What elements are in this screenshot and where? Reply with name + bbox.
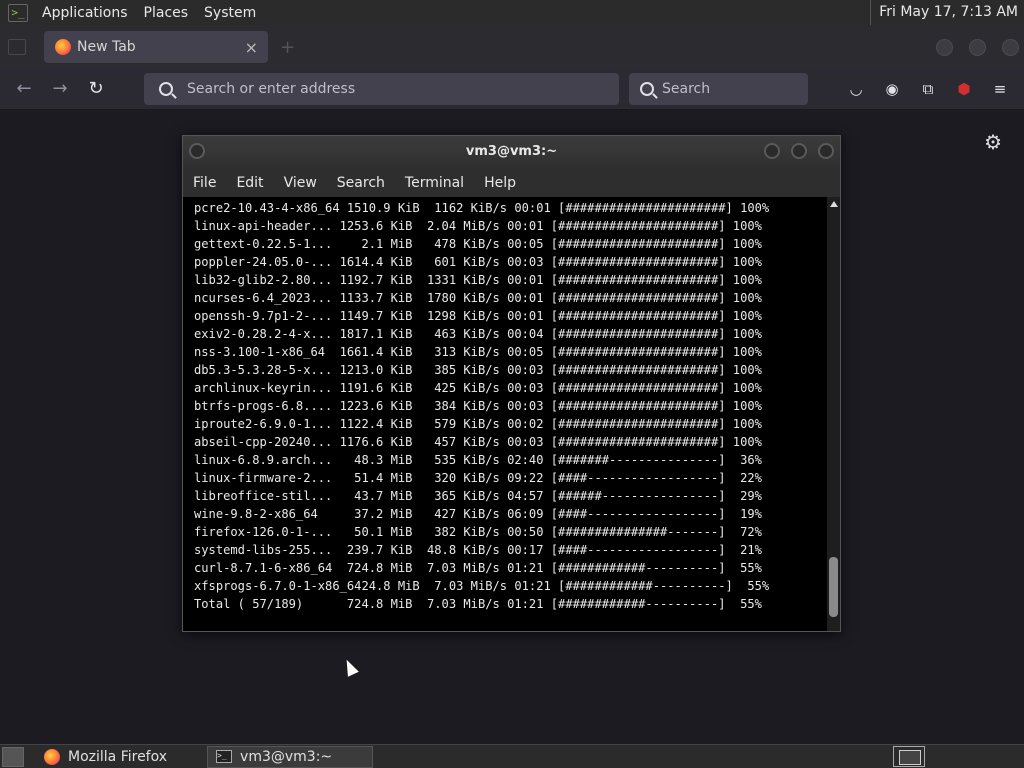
terminal-line: Total ( 57/189) 724.8 MiB 7.03 MiB/s 01:… [194, 597, 762, 611]
terminal-line: archlinux-keyrin... 1191.6 KiB 425 KiB/s… [194, 381, 762, 395]
menu-help[interactable]: Help [484, 175, 516, 191]
terminal-line: wine-9.8-2-x86_64 37.2 MiB 427 KiB/s 06:… [194, 507, 762, 521]
terminal-line: lib32-glib2-2.80... 1192.7 KiB 1331 KiB/… [194, 273, 762, 287]
maximize-window-button[interactable] [969, 39, 986, 56]
browser-tab-bar: New Tab × + [0, 25, 1024, 68]
terminal-menubar: File Edit View Search Terminal Help [183, 169, 840, 197]
terminal-window[interactable]: vm3@vm3:~ File Edit View Search Terminal… [182, 135, 841, 632]
terminal-line: btrfs-progs-6.8.... 1223.6 KiB 384 KiB/s… [194, 399, 762, 413]
taskbar: Mozilla Firefox >_ vm3@vm3:~ [0, 744, 1024, 768]
top-panel: >_ Applications Places System Fri May 17… [0, 0, 1024, 25]
browser-nav-bar: ← → ↻ Search or enter address Search ◡ ◉… [0, 68, 1024, 110]
address-bar[interactable]: Search or enter address [144, 73, 619, 105]
search-bar[interactable]: Search [629, 73, 808, 105]
menu-view[interactable]: View [284, 175, 317, 191]
scroll-up-arrow-icon[interactable] [830, 201, 838, 207]
terminal-title: vm3@vm3:~ [465, 144, 558, 159]
terminal-line: gettext-0.22.5-1... 2.1 MiB 478 KiB/s 00… [194, 237, 762, 251]
terminal-line: curl-8.7.1-6-x86_64 724.8 MiB 7.03 MiB/s… [194, 561, 762, 575]
menu-terminal[interactable]: Terminal [405, 175, 464, 191]
system-menu[interactable]: System [196, 5, 264, 21]
taskbar-firefox-label: Mozilla Firefox [68, 748, 168, 765]
firefox-icon [55, 39, 71, 55]
places-menu[interactable]: Places [136, 5, 197, 21]
back-arrow-icon[interactable]: ← [12, 77, 36, 101]
close-button[interactable] [818, 143, 834, 159]
show-desktop-button[interactable] [2, 746, 24, 767]
minimize-window-button[interactable] [936, 39, 953, 56]
forward-arrow-icon[interactable]: → [48, 77, 72, 101]
terminal-line: xfsprogs-6.7.0-1-x86_6424.8 MiB 7.03 MiB… [194, 579, 770, 593]
menu-search[interactable]: Search [337, 175, 385, 191]
terminal-line: linux-firmware-2... 51.4 MiB 320 KiB/s 0… [194, 471, 762, 485]
terminal-line: systemd-libs-255... 239.7 KiB 48.8 KiB/s… [194, 543, 762, 557]
terminal-line: db5.3-5.3.28-5-x... 1213.0 KiB 385 KiB/s… [194, 363, 762, 377]
terminal-line: iproute2-6.9.0-1... 1122.4 KiB 579 KiB/s… [194, 417, 762, 431]
terminal-titlebar[interactable]: vm3@vm3:~ [183, 136, 840, 169]
terminal-line: linux-6.8.9.arch... 48.3 MiB 535 KiB/s 0… [194, 453, 762, 467]
new-tab-button[interactable]: + [280, 37, 295, 58]
account-icon[interactable]: ◉ [882, 79, 902, 99]
terminal-line: ncurses-6.4_2023... 1133.7 KiB 1780 KiB/… [194, 291, 762, 305]
tab-new-tab[interactable]: New Tab × [44, 31, 268, 63]
terminal-line: nss-3.100-1-x86_64 1661.4 KiB 313 KiB/s … [194, 345, 762, 359]
clock[interactable]: Fri May 17, 7:13 AM [870, 0, 1024, 25]
terminal-line: linux-api-header... 1253.6 KiB 2.04 MiB/… [194, 219, 762, 233]
terminal-line: libreoffice-stil... 43.7 MiB 365 KiB/s 0… [194, 489, 762, 503]
terminal-icon: >_ [216, 750, 233, 763]
pocket-icon[interactable]: ◡ [846, 79, 866, 99]
terminal-launcher-icon[interactable]: >_ [8, 3, 28, 22]
ublock-origin-icon[interactable]: ⬢ [954, 79, 974, 99]
tab-title: New Tab [77, 39, 136, 55]
menu-edit[interactable]: Edit [236, 175, 263, 191]
menu-file[interactable]: File [193, 175, 216, 191]
terminal-screen[interactable]: pcre2-10.43-4-x86_64 1510.9 KiB 1162 KiB… [183, 197, 827, 631]
taskbar-firefox[interactable]: Mozilla Firefox [36, 746, 175, 768]
terminal-line: exiv2-0.28.2-4-x... 1817.1 KiB 463 KiB/s… [194, 327, 762, 341]
tab-list-icon[interactable] [8, 39, 26, 55]
terminal-scrollbar[interactable] [827, 197, 840, 631]
search-placeholder: Search [662, 81, 711, 97]
extensions-icon[interactable]: ⧉ [918, 79, 938, 99]
terminal-line: pcre2-10.43-4-x86_64 1510.9 KiB 1162 KiB… [194, 201, 770, 215]
reload-icon[interactable]: ↻ [84, 77, 108, 101]
scrollbar-thumb[interactable] [829, 557, 838, 617]
applications-menu[interactable]: Applications [34, 5, 136, 21]
taskbar-terminal-label: vm3@vm3:~ [240, 748, 333, 765]
workspace-switcher[interactable] [893, 746, 925, 767]
close-tab-icon[interactable]: × [245, 38, 258, 57]
search-icon [640, 82, 654, 96]
gear-icon[interactable]: ⚙ [984, 130, 1002, 154]
taskbar-terminal[interactable]: >_ vm3@vm3:~ [207, 745, 374, 768]
firefox-icon [44, 748, 60, 765]
terminal-line: abseil-cpp-20240... 1176.6 KiB 457 KiB/s… [194, 435, 762, 449]
address-placeholder: Search or enter address [187, 81, 356, 97]
close-window-button[interactable] [1002, 39, 1019, 56]
menu-hamburger-icon[interactable]: ≡ [990, 79, 1010, 99]
search-icon [159, 82, 173, 96]
maximize-button[interactable] [791, 143, 807, 159]
window-menu-button[interactable] [189, 143, 205, 159]
terminal-line: poppler-24.05.0-... 1614.4 KiB 601 KiB/s… [194, 255, 762, 269]
terminal-line: firefox-126.0-1-... 50.1 MiB 382 KiB/s 0… [194, 525, 762, 539]
terminal-line: openssh-9.7p1-2-... 1149.7 KiB 1298 KiB/… [194, 309, 762, 323]
minimize-button[interactable] [764, 143, 780, 159]
